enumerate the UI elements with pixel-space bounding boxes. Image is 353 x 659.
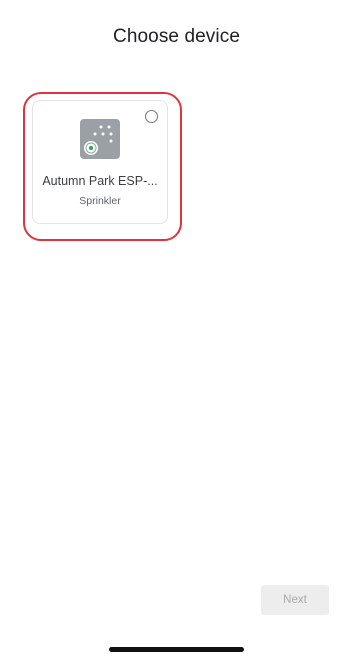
device-type: Sprinkler [79, 195, 121, 207]
choose-device-screen: Choose device Autumn Park ESP-... Sprink… [0, 0, 353, 659]
page-title: Choose device [113, 26, 240, 47]
home-indicator[interactable] [109, 647, 244, 652]
device-name: Autumn Park ESP-... [42, 174, 158, 188]
select-radio[interactable] [145, 110, 158, 123]
device-card[interactable]: Autumn Park ESP-... Sprinkler [32, 100, 168, 224]
next-button[interactable]: Next [261, 585, 329, 615]
sprinkler-controller-icon [80, 119, 120, 159]
